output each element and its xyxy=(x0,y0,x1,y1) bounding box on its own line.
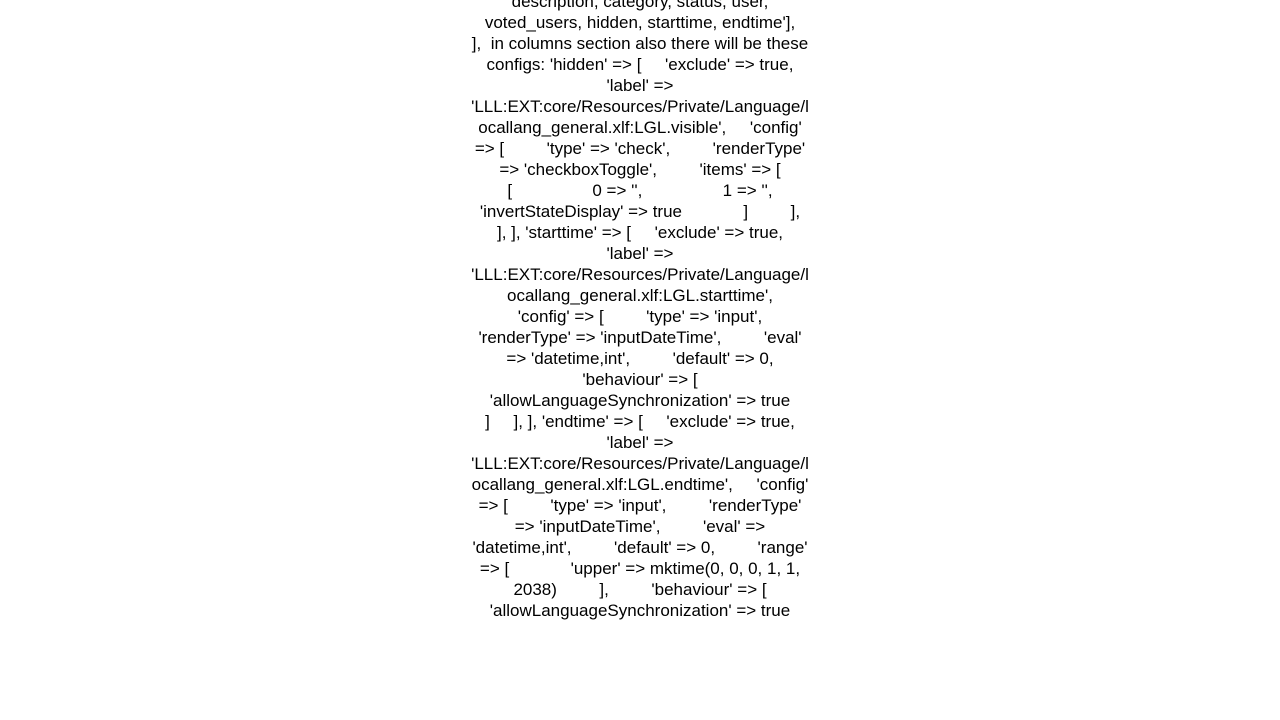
code-text-block: 'types' => [ '1' => ['showitem' => 'titl… xyxy=(470,0,810,621)
page: 'types' => [ '1' => ['showitem' => 'titl… xyxy=(0,0,1280,720)
